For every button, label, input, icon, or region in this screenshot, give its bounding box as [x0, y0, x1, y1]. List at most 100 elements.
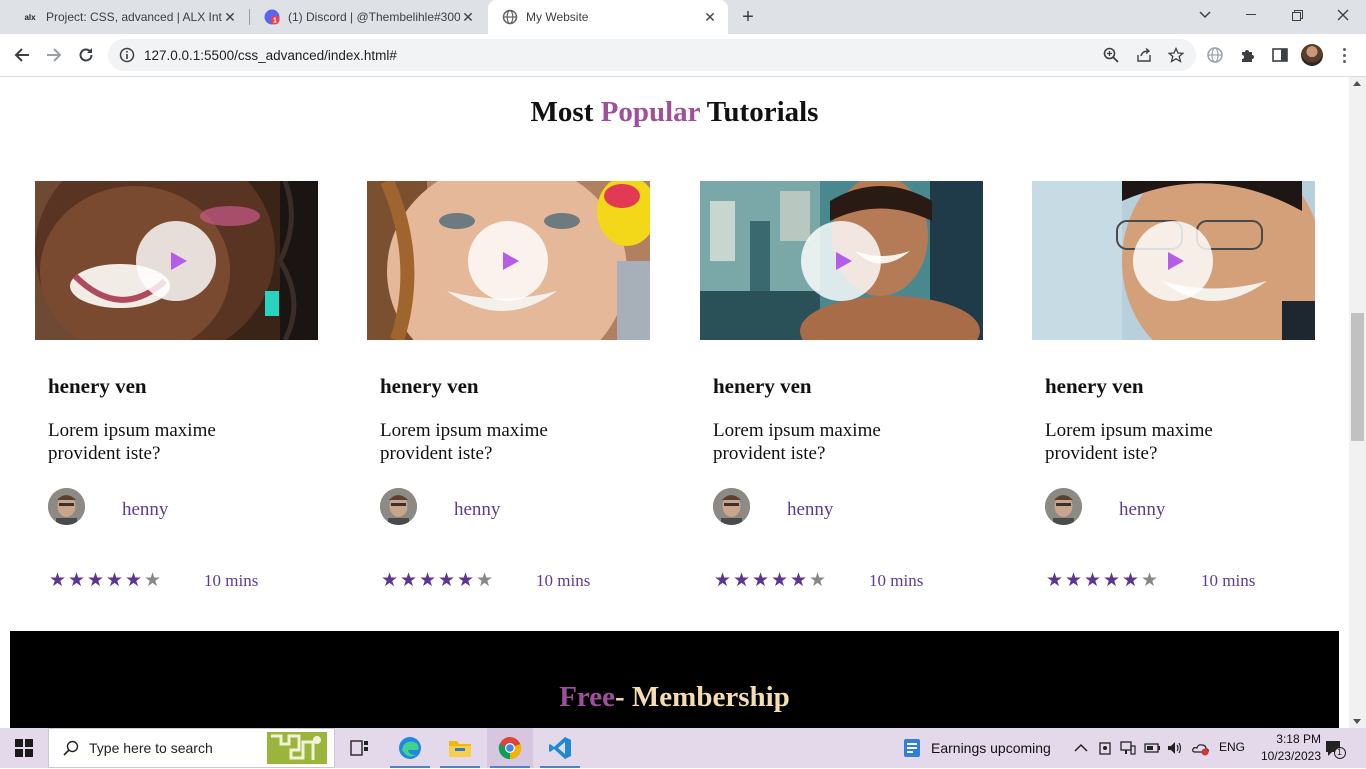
task-view-icon[interactable] — [337, 728, 383, 768]
side-panel-icon[interactable] — [1271, 46, 1289, 64]
news-widget-label[interactable]: Earnings upcoming — [931, 740, 1051, 756]
star-empty-icon: ★ — [475, 570, 494, 591]
notification-count: 1 — [1337, 747, 1343, 757]
play-icon — [170, 252, 187, 270]
windows-taskbar: Type here to search Earnings upcoming EN… — [0, 728, 1366, 768]
tab-search-chevron-icon[interactable] — [1182, 0, 1228, 30]
chrome-icon[interactable] — [487, 728, 533, 768]
scroll-up-arrow-icon[interactable] — [1353, 81, 1361, 86]
star-icon: ★ — [380, 570, 399, 591]
browser-toolbar: 127.0.0.1:5500/css_advanced/index.html# — [0, 34, 1366, 77]
tutorial-thumbnail[interactable] — [367, 181, 650, 340]
close-icon[interactable]: ✕ — [460, 9, 476, 25]
window-close-icon[interactable] — [1320, 0, 1366, 30]
star-icon: ★ — [456, 570, 475, 591]
star-icon: ★ — [86, 570, 105, 591]
card-title: henery ven — [48, 374, 147, 398]
play-icon — [835, 252, 852, 270]
star-icon: ★ — [1064, 570, 1083, 591]
star-icon: ★ — [124, 570, 143, 591]
author-avatar — [380, 488, 417, 525]
edge-browser-icon[interactable] — [387, 728, 433, 768]
star-empty-icon: ★ — [143, 570, 162, 591]
back-arrow-icon[interactable] — [10, 43, 34, 67]
author-name[interactable]: henny — [454, 499, 500, 521]
restore-icon[interactable] — [1274, 0, 1320, 30]
card-description: Lorem ipsum maxime provident iste? — [713, 420, 881, 464]
star-icon: ★ — [770, 570, 789, 591]
scrollbar-thumb[interactable] — [1351, 313, 1364, 441]
file-explorer-icon[interactable] — [437, 728, 483, 768]
meet-now-icon[interactable] — [1097, 740, 1113, 756]
zoom-icon[interactable] — [1103, 47, 1119, 63]
share-icon[interactable] — [1136, 47, 1152, 63]
language-indicator[interactable]: ENG — [1219, 740, 1245, 754]
tab-alx-project[interactable]: alx Project: CSS, advanced | ALX Intr ✕ — [8, 0, 248, 34]
star-icon: ★ — [67, 570, 86, 591]
minimize-icon[interactable] — [1228, 0, 1274, 30]
reload-icon[interactable] — [74, 43, 98, 67]
tutorial-thumbnail[interactable] — [35, 181, 318, 340]
translate-globe-icon[interactable] — [1206, 46, 1224, 64]
windows-start-icon[interactable] — [0, 728, 48, 768]
close-icon[interactable]: ✕ — [222, 9, 238, 25]
clock-date[interactable]: 10/23/2023 — [1250, 749, 1321, 763]
star-icon: ★ — [1121, 570, 1140, 591]
url-text[interactable]: 127.0.0.1:5500/css_advanced/index.html# — [144, 48, 397, 63]
tutorial-card: henery ven Lorem ipsum maxime provident … — [35, 181, 318, 611]
extensions-puzzle-icon[interactable] — [1239, 46, 1257, 64]
title-accent: Popular — [600, 96, 700, 128]
svg-text:1: 1 — [273, 18, 277, 25]
page-scrollbar[interactable] — [1349, 77, 1366, 728]
star-icon: ★ — [105, 570, 124, 591]
play-button[interactable] — [1133, 221, 1213, 301]
tutorial-thumbnail[interactable] — [1032, 181, 1315, 340]
star-rating: ★ ★ ★ ★ ★ ★ — [1045, 571, 1159, 591]
battery-icon[interactable] — [1144, 740, 1160, 756]
author-name[interactable]: henny — [122, 499, 168, 521]
forward-arrow-icon[interactable] — [42, 43, 66, 67]
card-description: Lorem ipsum maxime provident iste? — [48, 420, 216, 464]
clock-time[interactable]: 3:18 PM — [1261, 732, 1321, 746]
duration-label: 10 mins — [536, 571, 591, 590]
volume-icon[interactable] — [1167, 740, 1183, 756]
tutorial-thumbnail[interactable] — [700, 181, 983, 340]
tutorial-card: henery ven Lorem ipsum maxime provident … — [1032, 181, 1315, 611]
star-icon: ★ — [399, 570, 418, 591]
profile-avatar[interactable] — [1301, 44, 1323, 66]
menu-kebab-icon[interactable] — [1335, 46, 1353, 64]
author-name[interactable]: henny — [787, 499, 833, 521]
play-icon — [502, 252, 519, 270]
title-part: Most — [530, 96, 601, 128]
card-description: Lorem ipsum maxime provident iste? — [380, 420, 548, 464]
new-tab-button[interactable]: + — [737, 6, 759, 28]
notification-center-icon[interactable]: 1 — [1324, 739, 1346, 759]
author-avatar — [713, 488, 750, 525]
close-icon[interactable]: ✕ — [702, 9, 718, 25]
address-bar[interactable]: 127.0.0.1:5500/css_advanced/index.html# — [108, 39, 1196, 71]
duration-label: 10 mins — [204, 571, 259, 590]
search-icon — [63, 740, 79, 756]
membership-section: Free- Membership — [10, 631, 1339, 728]
scroll-down-arrow-icon[interactable] — [1353, 719, 1361, 724]
star-icon: ★ — [732, 570, 751, 591]
vscode-icon[interactable] — [537, 728, 583, 768]
play-button[interactable] — [468, 221, 548, 301]
title-part: Tutorials — [700, 96, 819, 128]
chevron-up-icon[interactable] — [1073, 740, 1089, 756]
play-button[interactable] — [801, 221, 881, 301]
bookmark-star-icon[interactable] — [1168, 47, 1184, 63]
tab-discord[interactable]: 1 (1) Discord | @Thembelihle#300 ✕ — [250, 0, 486, 34]
search-placeholder: Type here to search — [89, 740, 213, 756]
news-widget-icon[interactable] — [903, 738, 921, 758]
author-name[interactable]: henny — [1119, 499, 1165, 521]
star-icon: ★ — [1045, 570, 1064, 591]
card-description: Lorem ipsum maxime provident iste? — [1045, 420, 1213, 464]
star-rating: ★ ★ ★ ★ ★ ★ — [48, 571, 162, 591]
onedrive-icon[interactable] — [1192, 740, 1209, 756]
info-icon[interactable] — [119, 47, 135, 63]
play-button[interactable] — [136, 221, 216, 301]
tab-my-website[interactable]: My Website ✕ — [488, 0, 728, 34]
network-icon[interactable] — [1120, 740, 1136, 756]
star-icon: ★ — [437, 570, 456, 591]
